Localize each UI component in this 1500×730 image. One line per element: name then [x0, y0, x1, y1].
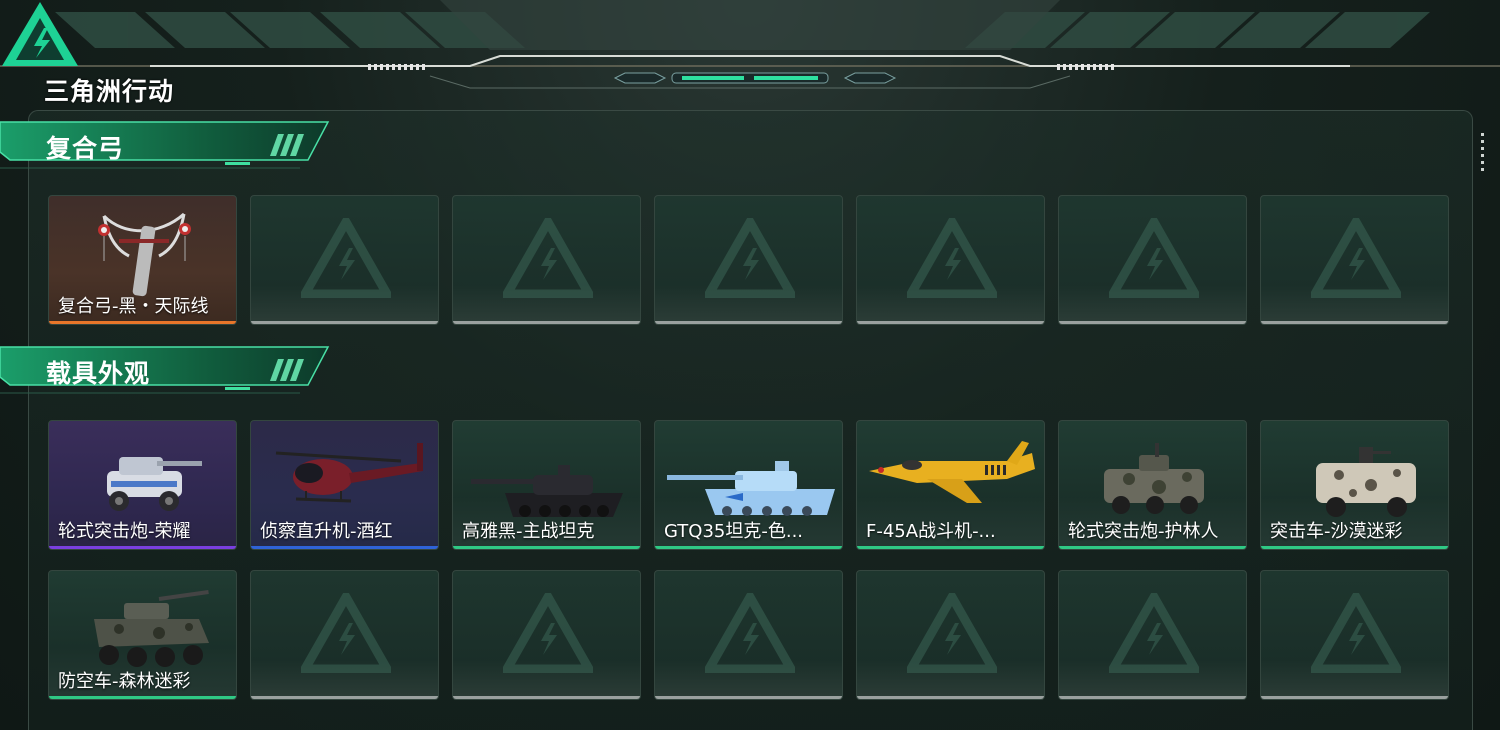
delta-watermark-icon: [1109, 593, 1199, 673]
empty-slot[interactable]: [1260, 570, 1449, 700]
delta-watermark-icon: [503, 593, 593, 673]
rarity-bar: [251, 546, 438, 549]
rarity-bar: [453, 321, 640, 324]
delta-watermark-icon: [301, 218, 391, 298]
rarity-bar: [49, 546, 236, 549]
delta-watermark-icon: [1109, 218, 1199, 298]
rarity-bar: [49, 321, 236, 324]
rarity-bar: [49, 696, 236, 699]
delta-watermark-icon: [705, 593, 795, 673]
empty-slot[interactable]: [856, 195, 1045, 325]
item-card[interactable]: 高雅黑-主战坦克: [452, 420, 641, 550]
empty-slot[interactable]: [654, 570, 843, 700]
game-logo-text: 三角洲行动: [44, 77, 175, 106]
item-card[interactable]: 防空车-森林迷彩: [48, 570, 237, 700]
rarity-bar: [655, 321, 842, 324]
empty-slot[interactable]: [1058, 570, 1247, 700]
section-title: 载具外观: [46, 359, 151, 388]
section-title: 复合弓: [46, 134, 125, 163]
item-name: 复合弓-黑・天际线: [58, 296, 209, 317]
vehicle-skins-grid-row-1: 轮式突击炮-荣耀 侦察直升机-酒红 高雅黑-主战坦克 GTQ35坦克-色... …: [48, 420, 1449, 550]
item-name: 侦察直升机-酒红: [260, 521, 393, 542]
delta-watermark-icon: [1311, 593, 1401, 673]
item-card[interactable]: 复合弓-黑・天际线: [48, 195, 237, 325]
rarity-bar: [1059, 696, 1246, 699]
item-card[interactable]: 突击车-沙漠迷彩: [1260, 420, 1449, 550]
delta-watermark-icon: [907, 218, 997, 298]
empty-slot[interactable]: [250, 570, 439, 700]
empty-slot[interactable]: [1260, 195, 1449, 325]
rarity-bar: [1261, 696, 1448, 699]
item-name: 突击车-沙漠迷彩: [1270, 521, 1403, 542]
empty-slot[interactable]: [654, 195, 843, 325]
top-header: 三角洲行动: [0, 0, 1500, 106]
empty-slot[interactable]: [250, 195, 439, 325]
rarity-bar: [1261, 321, 1448, 324]
item-card[interactable]: 侦察直升机-酒红: [250, 420, 439, 550]
compound-bow-grid: 复合弓-黑・天际线: [48, 195, 1449, 325]
delta-watermark-icon: [503, 218, 593, 298]
rarity-bar: [857, 696, 1044, 699]
item-card[interactable]: F-45A战斗机-...: [856, 420, 1045, 550]
item-name: 轮式突击炮-荣耀: [58, 521, 191, 542]
rarity-bar: [453, 546, 640, 549]
rarity-bar: [857, 546, 1044, 549]
delta-watermark-icon: [301, 593, 391, 673]
rarity-bar: [655, 546, 842, 549]
delta-watermark-icon: [1311, 218, 1401, 298]
item-card[interactable]: 轮式突击炮-护林人: [1058, 420, 1247, 550]
item-name: GTQ35坦克-色...: [664, 521, 804, 542]
item-name: 防空车-森林迷彩: [58, 671, 191, 692]
rarity-bar: [453, 696, 640, 699]
item-name: 轮式突击炮-护林人: [1068, 521, 1219, 542]
rarity-bar: [251, 321, 438, 324]
item-card[interactable]: GTQ35坦克-色...: [654, 420, 843, 550]
rarity-bar: [251, 696, 438, 699]
rarity-bar: [1059, 321, 1246, 324]
empty-slot[interactable]: [1058, 195, 1247, 325]
delta-watermark-icon: [907, 593, 997, 673]
empty-slot[interactable]: [856, 570, 1045, 700]
section-header-compound-bow: 复合弓: [0, 120, 330, 172]
empty-slot[interactable]: [452, 570, 641, 700]
header-decoration: [0, 0, 1500, 89]
vehicle-skins-grid-row-2: 防空车-森林迷彩: [48, 570, 1449, 700]
empty-slot[interactable]: [452, 195, 641, 325]
rarity-bar: [857, 321, 1044, 324]
scrollbar[interactable]: [1481, 133, 1485, 179]
item-name: 高雅黑-主战坦克: [462, 521, 595, 542]
delta-watermark-icon: [705, 218, 795, 298]
item-name: F-45A战斗机-...: [866, 521, 996, 542]
rarity-bar: [1261, 546, 1448, 549]
delta-force-logo-icon: [2, 2, 78, 66]
section-header-vehicle-skins: 载具外观: [0, 345, 330, 397]
rarity-bar: [655, 696, 842, 699]
item-card[interactable]: 轮式突击炮-荣耀: [48, 420, 237, 550]
rarity-bar: [1059, 546, 1246, 549]
